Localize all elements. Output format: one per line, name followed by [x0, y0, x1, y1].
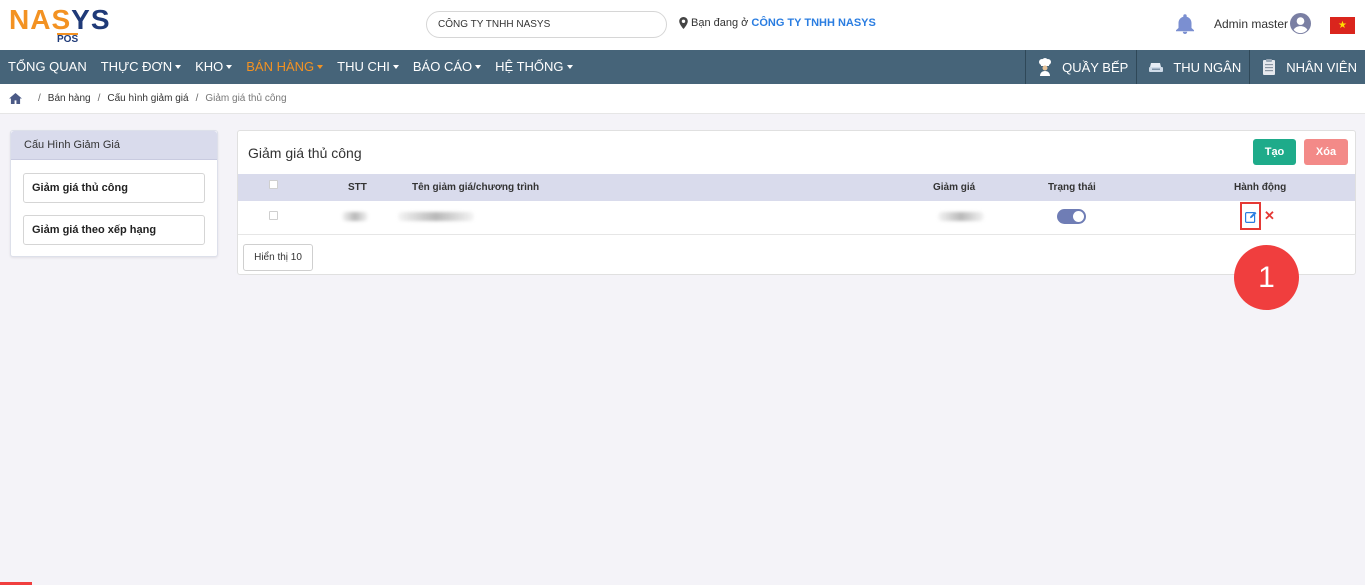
- flag-star: ★: [1338, 19, 1347, 31]
- cashier-button[interactable]: Thu ngân: [1136, 50, 1249, 84]
- nav-item-label: Tổng quan: [8, 59, 87, 74]
- staff-label: Nhân viên: [1286, 59, 1357, 75]
- nav-item-warehouse[interactable]: Kho: [195, 50, 239, 84]
- column-stt: STT: [348, 182, 367, 193]
- sidebar-item-rank-discount[interactable]: Giảm giá theo xếp hạng: [23, 215, 205, 245]
- caret-down-icon: [392, 65, 399, 69]
- blurred-name: [398, 212, 474, 221]
- chef-icon: [1039, 58, 1052, 76]
- logo-text-na: NA: [9, 4, 52, 35]
- home-icon[interactable]: [9, 93, 22, 104]
- cashier-icon: [1149, 63, 1164, 72]
- nav-item-reports[interactable]: Báo cáo: [413, 50, 488, 84]
- discount-config-panel: Cấu Hình Giảm Giá Giảm giá thủ công Giảm…: [10, 130, 218, 257]
- manual-discount-panel: Giảm giá thủ công Tạo Xóa STT Tên giảm g…: [237, 130, 1356, 275]
- user-avatar-icon[interactable]: [1290, 13, 1311, 34]
- blurred-stt: [342, 212, 368, 221]
- nav-item-label: Báo cáo: [412, 59, 473, 74]
- column-status: Trạng thái: [1048, 182, 1096, 193]
- column-discount: Giảm giá: [933, 182, 976, 193]
- panel-title: Cấu Hình Giảm Giá: [11, 131, 217, 160]
- nav-item-system[interactable]: Hệ thống: [495, 50, 579, 84]
- caret-down-icon: [475, 65, 482, 69]
- status-toggle[interactable]: [1057, 209, 1086, 224]
- breadcrumb-sales[interactable]: Bán hàng: [48, 93, 91, 104]
- caret-down-icon: [226, 65, 233, 69]
- delete-button[interactable]: Xóa: [1304, 139, 1348, 165]
- top-header: NA S YS POS CÔNG TY TNHH NASYS Bạn đang ở …: [0, 0, 1365, 50]
- breadcrumb-discount-config[interactable]: Cấu hình giảm giá: [107, 93, 188, 104]
- staff-icon: [1263, 59, 1276, 75]
- column-action: Hành động: [1234, 182, 1287, 193]
- nav-item-income-expense[interactable]: Thu chi: [337, 50, 406, 84]
- select-all-checkbox[interactable]: [269, 180, 278, 189]
- logo-text-s: S: [51, 4, 72, 35]
- page-title: Giảm giá thủ công: [248, 145, 362, 161]
- nav-item-label: Bán hàng: [246, 59, 315, 74]
- nav-item-menu[interactable]: Thực đơn: [101, 50, 188, 84]
- nasys-logo[interactable]: NA S YS POS: [9, 4, 121, 45]
- table-header: STT Tên giảm giá/chương trình Giảm giá T…: [238, 174, 1355, 201]
- nav-item-overview[interactable]: Tổng quan: [8, 50, 94, 84]
- edit-icon: [1245, 211, 1257, 223]
- caret-down-icon: [317, 65, 324, 69]
- bell-icon[interactable]: [1176, 14, 1194, 34]
- location-prefix: Bạn đang ở: [691, 17, 749, 29]
- caret-down-icon: [566, 65, 573, 69]
- breadcrumb-current: Giảm giá thủ công: [205, 93, 287, 104]
- create-button[interactable]: Tạo: [1253, 139, 1296, 165]
- row-checkbox[interactable]: [269, 211, 278, 220]
- breadcrumb-separator: /: [97, 93, 101, 104]
- nav-item-label: Thực đơn: [100, 59, 173, 74]
- kitchen-label: Quầy bếp: [1062, 59, 1129, 75]
- main-navbar: Tổng quan Thực đơn Kho Bán hàng Thu chi Báo c…: [0, 50, 1365, 84]
- breadcrumb-separator: /: [38, 93, 41, 104]
- vietnam-flag-icon[interactable]: ★: [1330, 17, 1355, 34]
- company-select[interactable]: CÔNG TY TNHH NASYS: [426, 11, 667, 38]
- map-pin-icon: [679, 17, 688, 29]
- step-marker: 1: [1234, 245, 1299, 310]
- delete-row-icon[interactable]: ✕: [1264, 209, 1275, 223]
- nav-item-sales[interactable]: Bán hàng: [246, 50, 330, 84]
- column-name: Tên giảm giá/chương trình: [412, 182, 540, 193]
- caret-down-icon: [175, 65, 182, 69]
- nav-menu: Tổng quan Thực đơn Kho Bán hàng Thu chi Báo c…: [0, 50, 587, 84]
- edit-button[interactable]: [1240, 202, 1261, 230]
- logo-sub-text: POS: [57, 33, 79, 45]
- location-company: CÔNG TY TNHH NASYS: [751, 17, 876, 29]
- nav-item-label: Thu chi: [337, 59, 390, 74]
- table-row: ✕: [238, 201, 1355, 235]
- nav-item-label: Kho: [195, 59, 224, 74]
- breadcrumb: / Bán hàng / Cấu hình giảm giá / Giảm gi…: [0, 84, 1365, 114]
- kitchen-button[interactable]: Quầy bếp: [1025, 50, 1136, 84]
- logo-text-ys: YS: [71, 4, 111, 35]
- breadcrumb-separator: /: [195, 93, 199, 104]
- nav-item-label: Hệ thống: [495, 59, 564, 74]
- current-location: Bạn đang ở CÔNG TY TNHH NASYS: [679, 17, 876, 29]
- blurred-discount: [938, 212, 984, 221]
- staff-button[interactable]: Nhân viên: [1249, 50, 1365, 84]
- nav-quick-actions: Quầy bếp Thu ngân Nhân viên: [1025, 50, 1365, 84]
- sidebar-item-manual-discount[interactable]: Giảm giá thủ công: [23, 173, 205, 203]
- cashier-label: Thu ngân: [1173, 59, 1242, 75]
- page-size-select[interactable]: Hiển thị 10: [243, 244, 313, 271]
- user-name[interactable]: Admin master: [1214, 17, 1288, 31]
